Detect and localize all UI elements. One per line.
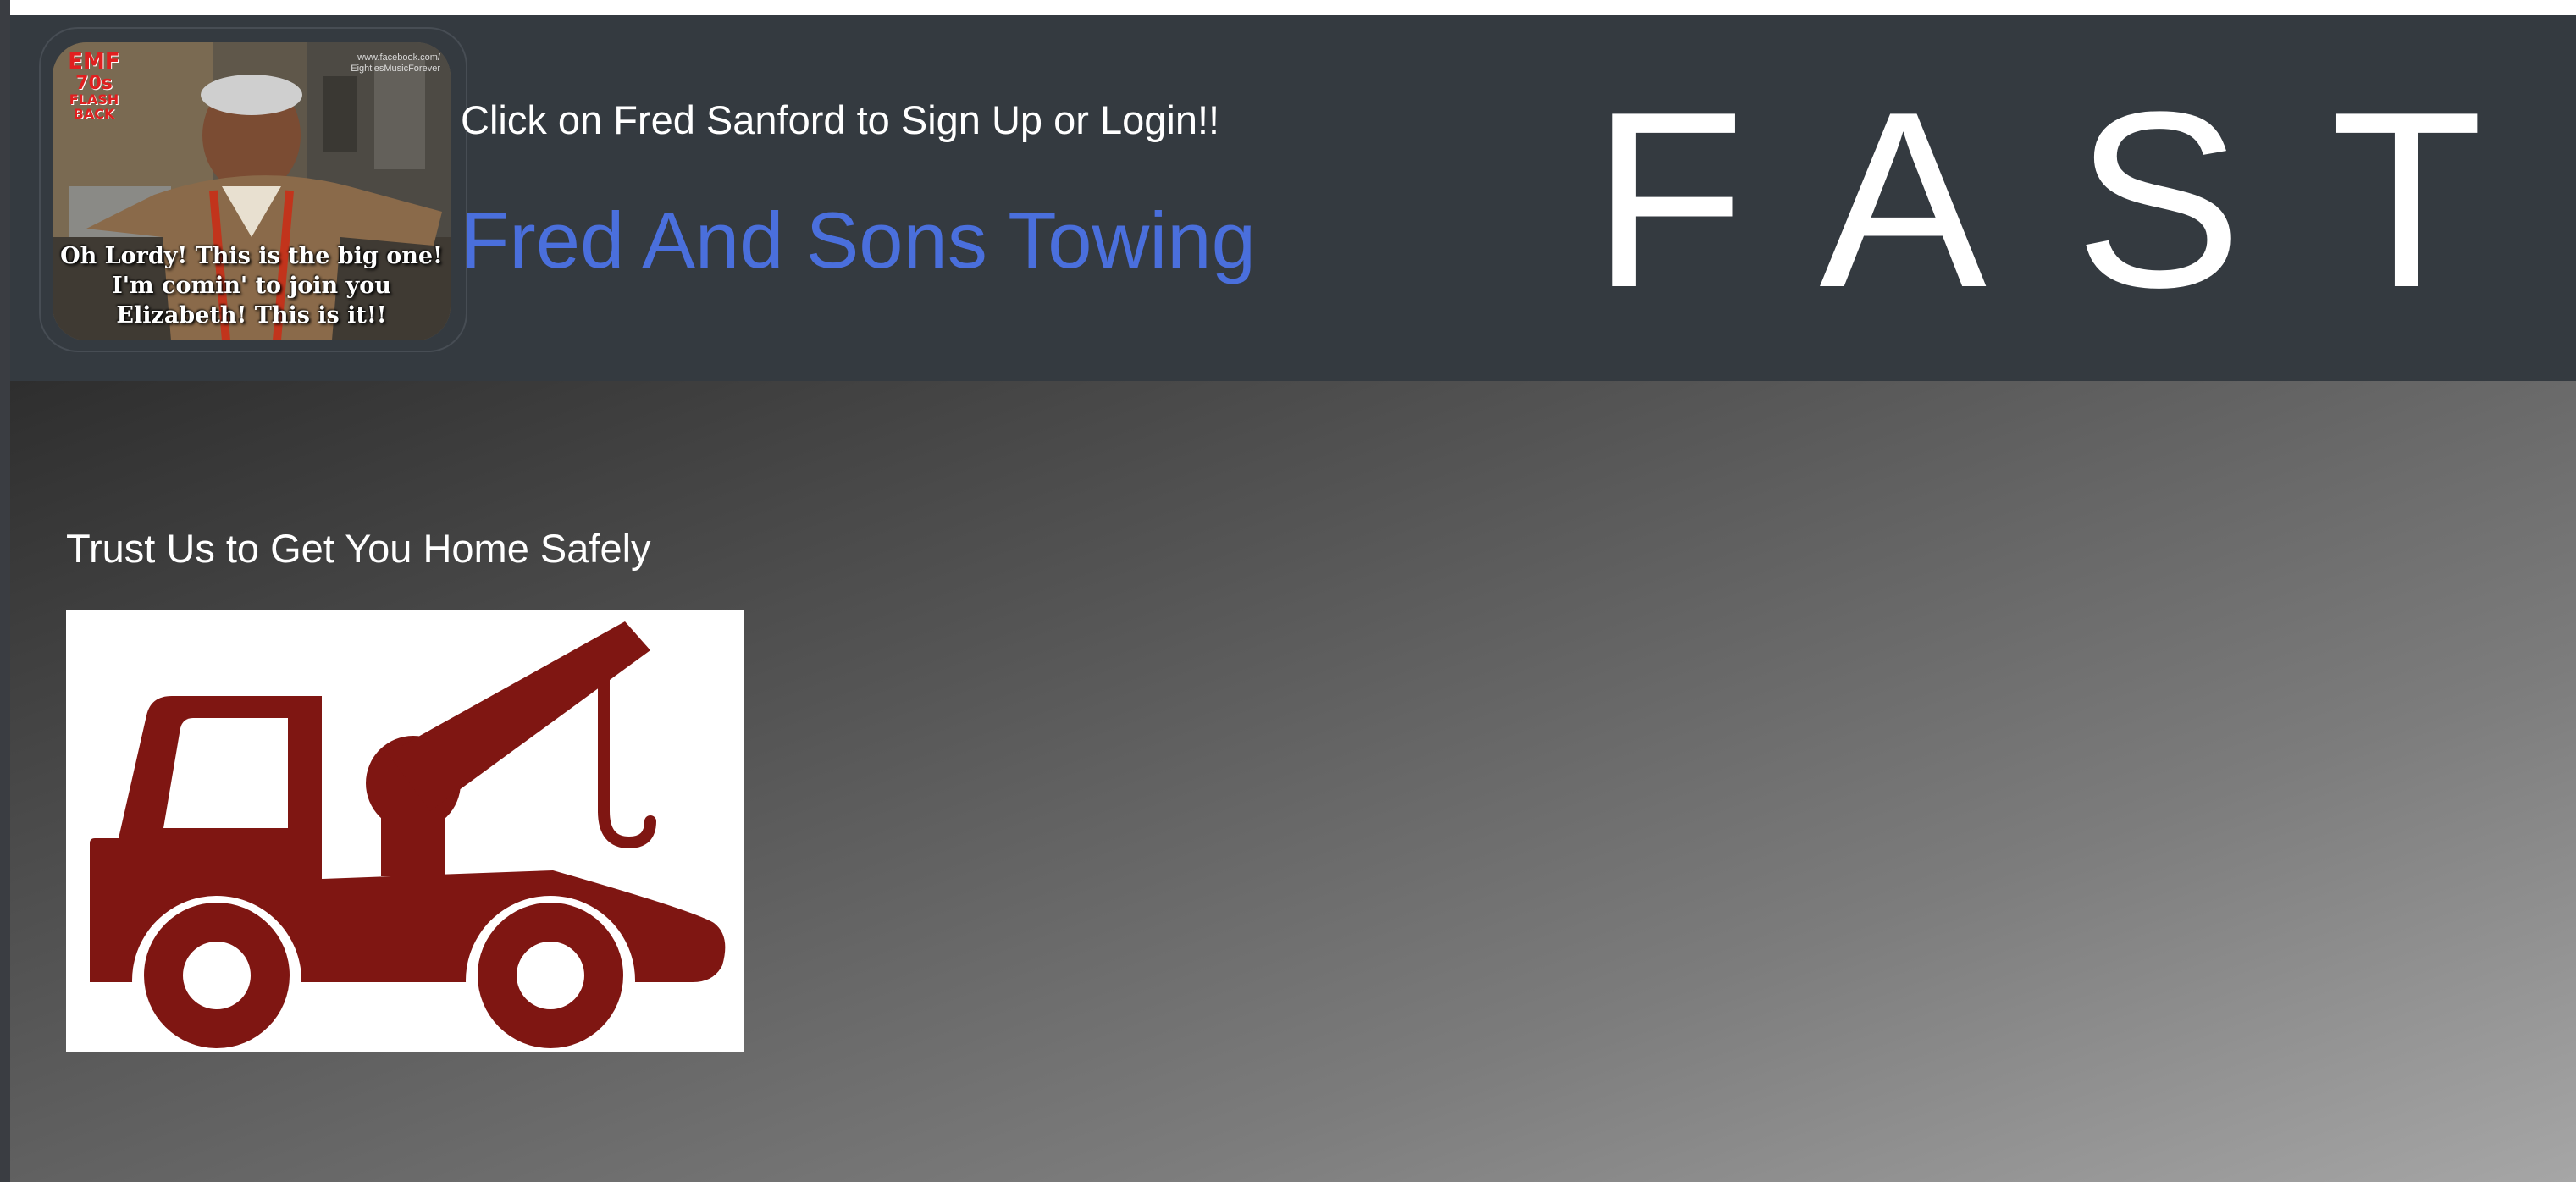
fred-sanford-image[interactable]: EMF 70s FLASH BACK www.facebook.com/ Eig… (53, 42, 451, 340)
signup-login-link[interactable]: Click on Fred Sanford to Sign Up or Logi… (461, 97, 1219, 143)
caption-line-3: Elizabeth! This is it!! (116, 302, 387, 329)
watermark-line-1: www.facebook.com/ (357, 52, 440, 63)
fred-sanford-avatar-button[interactable]: EMF 70s FLASH BACK www.facebook.com/ Eig… (39, 27, 467, 352)
tow-truck-icon (90, 621, 726, 1052)
avatar-watermark: www.facebook.com/ EightiesMusicForever (351, 52, 440, 75)
caption-line-1: Oh Lordy! This is the big one! (60, 243, 443, 269)
emf-flashback-badge: EMF 70s FLASH BACK (61, 49, 127, 123)
avatar-caption: Oh Lordy! This is the big one! I'm comin… (53, 241, 451, 330)
badge-line-2: 70s (75, 73, 113, 95)
tow-truck-image (66, 610, 744, 1052)
watermark-line-2: EightiesMusicForever (351, 64, 440, 74)
tagline: Trust Us to Get You Home Safely (66, 526, 651, 571)
fast-slogan: FAST (1592, 59, 2572, 340)
left-edge-strip (0, 0, 10, 1182)
caption-line-2: I'm comin' to join you (112, 273, 391, 299)
main-content: Trust Us to Get You Home Safely (10, 381, 2576, 1182)
page: EMF 70s FLASH BACK www.facebook.com/ Eig… (0, 0, 2576, 1182)
site-title: Fred And Sons Towing (461, 196, 1256, 284)
header-bar: EMF 70s FLASH BACK www.facebook.com/ Eig… (10, 15, 2576, 381)
badge-line-3: FLASH BACK (69, 91, 119, 123)
top-edge-strip (10, 0, 2576, 15)
badge-line-1: EMF (68, 49, 120, 75)
